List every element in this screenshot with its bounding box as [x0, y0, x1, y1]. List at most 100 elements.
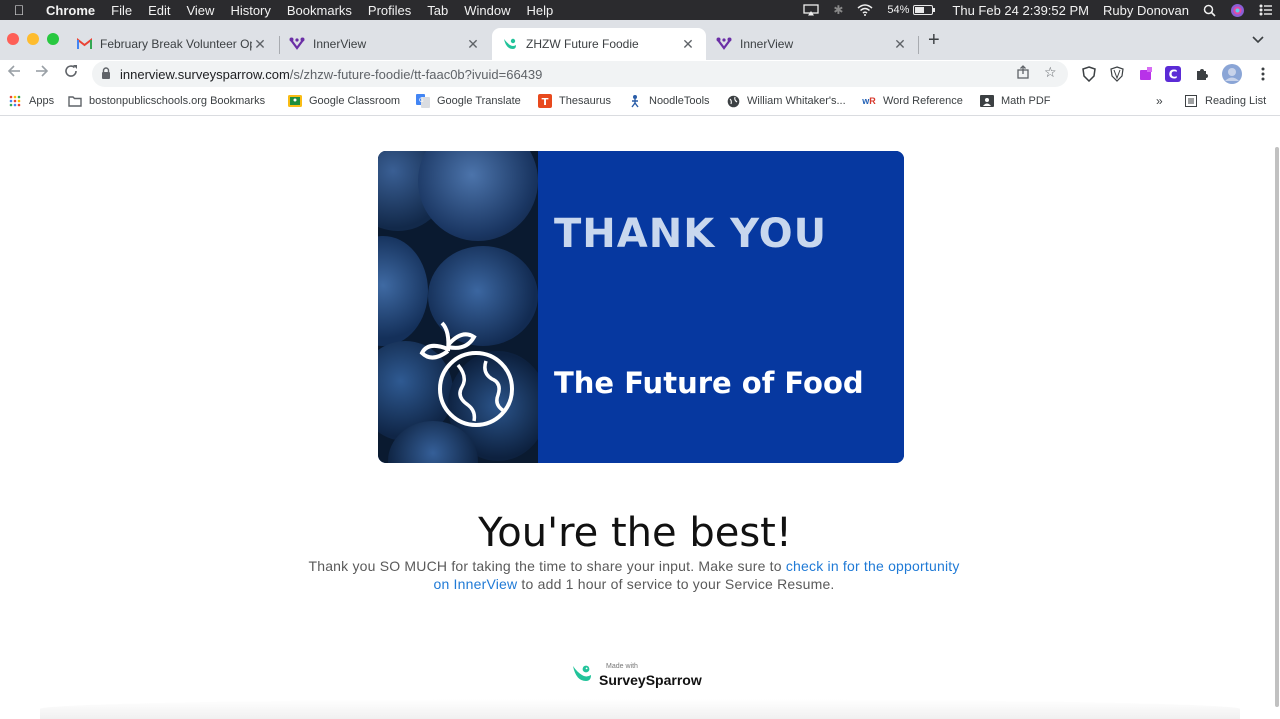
bookmark-label: Math PDF — [1001, 95, 1051, 107]
scrollbar[interactable] — [1274, 117, 1280, 719]
browser-toolbar: innerview.surveysparrow.com/s/zhzw-futur… — [0, 60, 1280, 88]
tab-february-break[interactable]: February Break Volunteer Oppo ✕ — [66, 28, 278, 60]
page-bottom-shadow — [40, 699, 1240, 719]
bookmark-label: Google Translate — [437, 95, 521, 107]
bookmark-label: William Whitaker's... — [747, 95, 846, 107]
blueberries-photo — [378, 151, 538, 463]
more-menu-icon[interactable] — [1254, 65, 1272, 83]
close-tab-icon[interactable]: ✕ — [892, 36, 908, 53]
extensions-puzzle-icon[interactable] — [1193, 65, 1211, 83]
bookmark-thesaurus[interactable]: T Thesaurus — [538, 94, 611, 108]
bookmark-william-whitaker[interactable]: William Whitaker's... — [726, 94, 846, 108]
svg-text:G: G — [419, 97, 424, 104]
math-pdf-icon — [980, 94, 994, 108]
battery-status[interactable]: 54% — [880, 4, 940, 16]
bookmark-bps-folder[interactable]: bostonpublicschools.org Bookmarks — [68, 94, 265, 108]
close-tab-icon[interactable]: ✕ — [252, 36, 268, 53]
share-icon[interactable] — [1017, 65, 1029, 82]
banner-blue-panel — [538, 151, 904, 463]
thesaurus-icon: T — [538, 94, 552, 108]
siri-icon[interactable] — [1223, 3, 1252, 18]
profile-avatar[interactable] — [1221, 63, 1243, 85]
bookmark-apps[interactable]: Apps — [8, 94, 54, 108]
globe-icon — [726, 94, 740, 108]
tab-strip: February Break Volunteer Oppo ✕ InnerVie… — [0, 20, 1280, 60]
bookmarks-bar: Apps bostonpublicschools.org Bookmarks G… — [0, 88, 1280, 116]
address-bar[interactable]: innerview.surveysparrow.com/s/zhzw-futur… — [92, 61, 1068, 87]
overflow-chevron-icon: » — [1156, 94, 1163, 108]
menu-tab[interactable]: Tab — [419, 3, 456, 18]
innerview-icon — [716, 36, 732, 52]
survey-page: THANK YOU The Future of Food You're the … — [0, 117, 1280, 719]
wordreference-icon: wR — [862, 96, 876, 106]
menu-bookmarks[interactable]: Bookmarks — [279, 3, 360, 18]
back-arrow-icon[interactable] — [4, 64, 24, 83]
menu-clock[interactable]: Thu Feb 24 2:39:52 PM — [940, 3, 1096, 18]
menu-edit[interactable]: Edit — [140, 3, 178, 18]
reading-list-label: Reading List — [1205, 95, 1267, 107]
puzzle-purple-extension-icon[interactable] — [1137, 65, 1155, 83]
tab-title: InnerView — [740, 37, 794, 51]
bluetooth-icon[interactable]: ✱ — [826, 3, 850, 17]
bookmarks-overflow-button[interactable]: » — [1156, 94, 1163, 108]
banner-heading: THANK YOU — [554, 211, 828, 257]
google-classroom-icon — [288, 94, 302, 108]
wifi-icon[interactable] — [850, 4, 880, 16]
tab-search-chevron-icon[interactable] — [1252, 33, 1264, 47]
bookmark-noodletools[interactable]: NoodleTools — [628, 94, 710, 108]
tab-innerview-2[interactable]: InnerView ✕ — [706, 28, 918, 60]
thank-you-banner: THANK YOU The Future of Food — [378, 151, 904, 463]
bookmark-google-translate[interactable]: G Google Translate — [416, 94, 521, 108]
reading-list-button[interactable]: Reading List — [1184, 94, 1266, 108]
c-extension-icon[interactable]: C — [1164, 65, 1182, 83]
bookmark-label: Apps — [29, 95, 55, 107]
tab-zhzw-future-foodie[interactable]: ZHZW Future Foodie ✕ — [492, 28, 706, 60]
control-center-icon[interactable] — [1252, 4, 1280, 16]
reload-icon[interactable] — [61, 64, 81, 83]
thank-you-message: Thank you SO MUCH for taking the time to… — [300, 557, 968, 593]
bookmark-math-pdf[interactable]: Math PDF — [980, 94, 1051, 108]
made-with-label: Made with — [606, 663, 638, 670]
blueberry — [418, 151, 538, 241]
menu-profiles[interactable]: Profiles — [360, 3, 419, 18]
menu-app-chrome[interactable]: Chrome — [38, 3, 103, 18]
lock-icon[interactable] — [92, 66, 120, 82]
close-tab-icon[interactable]: ✕ — [680, 36, 696, 53]
message-text-after: to add 1 hour of service to your Service… — [517, 576, 835, 592]
new-tab-button[interactable]: + — [928, 29, 940, 52]
url-host: innerview.surveysparrow.com — [120, 66, 290, 82]
close-window-button[interactable] — [7, 33, 19, 45]
menu-help[interactable]: Help — [519, 3, 562, 18]
close-tab-icon[interactable]: ✕ — [465, 36, 481, 53]
tab-title: ZHZW Future Foodie — [526, 37, 639, 51]
macos-menu-bar:  Chrome File Edit View History Bookmark… — [0, 0, 1280, 20]
made-with-surveysparrow[interactable]: Made with SurveySparrow — [571, 662, 702, 689]
zoom-window-button[interactable] — [47, 33, 59, 45]
window-controls — [7, 33, 59, 45]
menu-user[interactable]: Ruby Donovan — [1096, 3, 1196, 18]
shield-outline-extension-icon[interactable] — [1108, 65, 1126, 83]
menu-view[interactable]: View — [178, 3, 222, 18]
minimize-window-button[interactable] — [27, 33, 39, 45]
gmail-icon — [76, 36, 92, 52]
spotlight-search-icon[interactable] — [1196, 4, 1223, 17]
bookmark-google-classroom[interactable]: Google Classroom — [288, 94, 400, 108]
message-text-before: Thank you SO MUCH for taking the time to… — [308, 558, 786, 574]
tab-separator — [918, 36, 919, 54]
bookmark-word-reference[interactable]: wR Word Reference — [862, 94, 963, 108]
apple-menu-icon[interactable]:  — [0, 2, 38, 18]
forward-arrow-icon[interactable] — [32, 64, 52, 83]
menu-window[interactable]: Window — [456, 3, 518, 18]
bookmark-label: Word Reference — [883, 95, 963, 107]
banner-subheading: The Future of Food — [554, 366, 864, 400]
menu-history[interactable]: History — [222, 3, 278, 18]
tab-innerview-1[interactable]: InnerView ✕ — [279, 28, 491, 60]
bookmark-star-icon[interactable]: ☆ — [1044, 64, 1057, 81]
battery-percent: 54% — [887, 4, 910, 16]
battery-level-fill — [915, 7, 925, 13]
scrollbar-thumb[interactable] — [1275, 147, 1279, 707]
menu-file[interactable]: File — [103, 3, 140, 18]
folder-icon — [68, 94, 82, 108]
airplay-icon[interactable] — [796, 4, 826, 16]
shield-extension-icon[interactable] — [1080, 65, 1098, 83]
